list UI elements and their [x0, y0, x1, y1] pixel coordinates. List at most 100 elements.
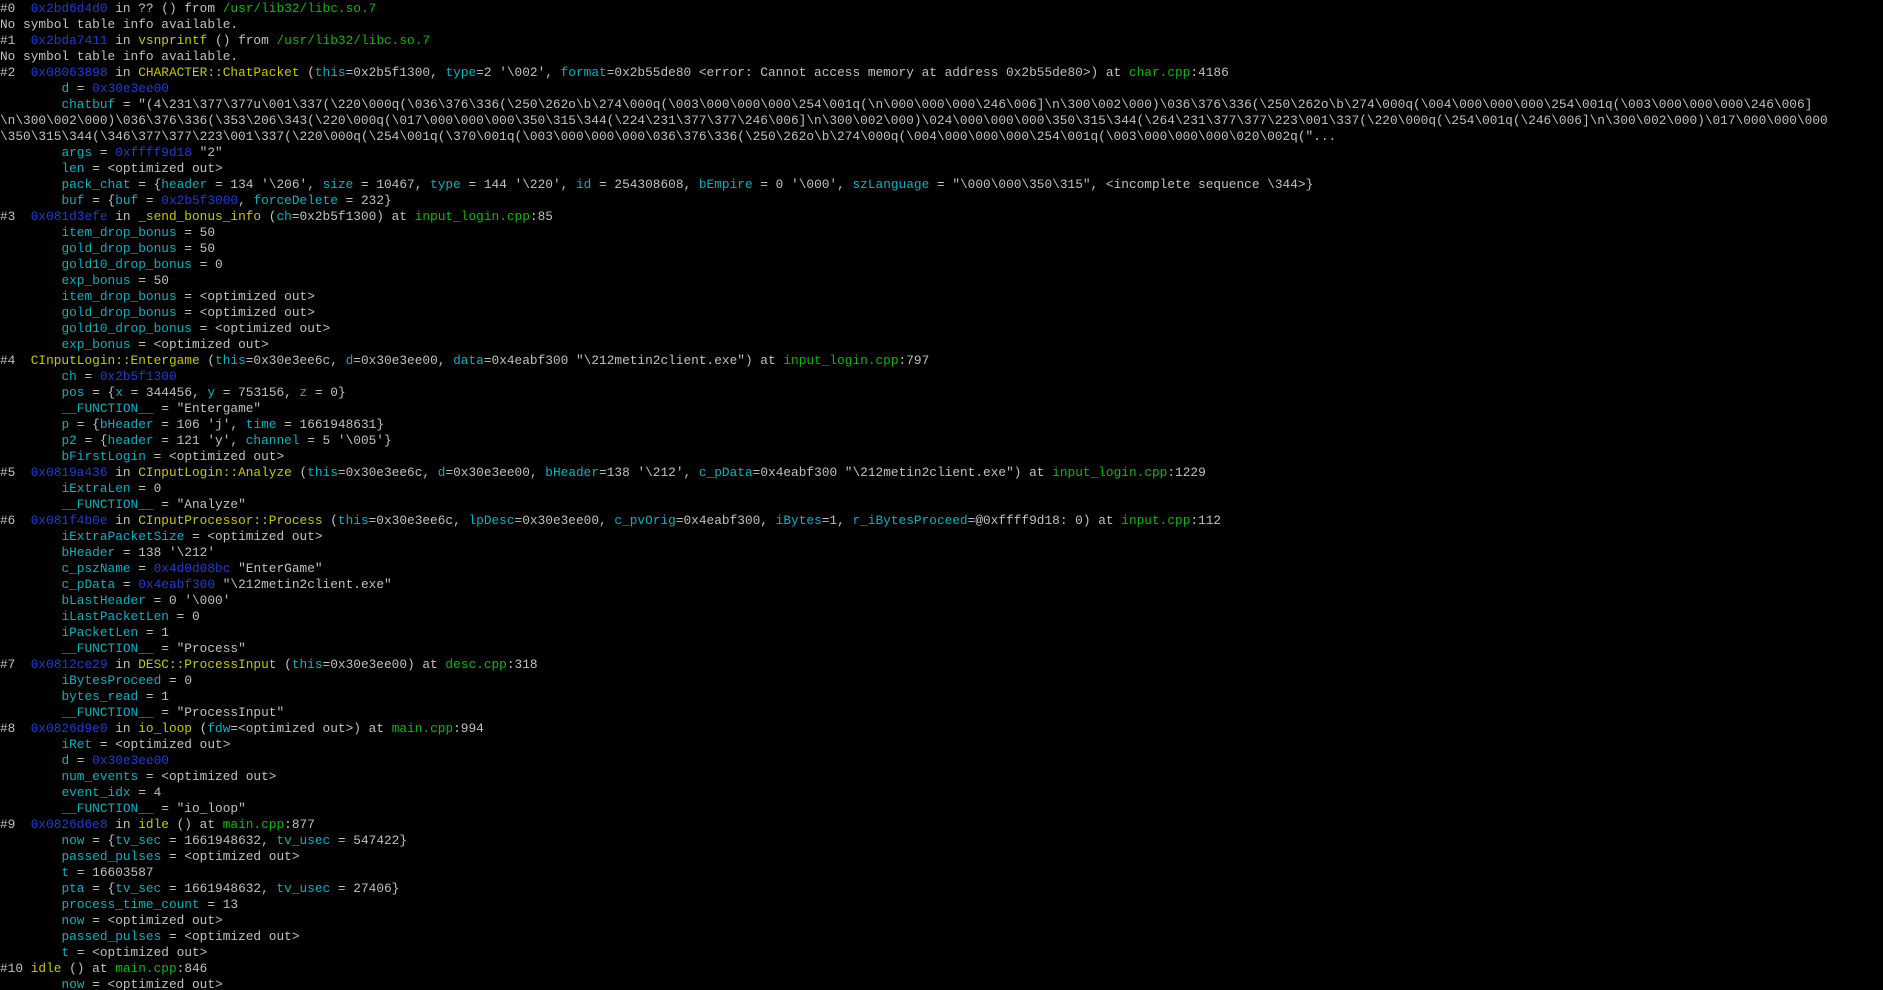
plain-text: = 1661948632,: [161, 833, 277, 848]
plain-text: (: [276, 657, 292, 672]
plain-text: "2": [192, 145, 223, 160]
variable-name: iPacketLen: [61, 625, 139, 640]
terminal-line: #7 0x0812ce29 in DESC::ProcessInput (thi…: [0, 657, 1883, 673]
plain-text: = 0: [130, 481, 162, 496]
plain-text: [0, 497, 61, 512]
plain-text: = 27406}: [330, 881, 400, 896]
plain-text: :85: [529, 209, 553, 224]
plain-text: #7: [0, 657, 31, 672]
plain-text: in: [107, 817, 139, 832]
terminal-line: #5 0x0819a436 in CInputLogin::Analyze (t…: [0, 465, 1883, 481]
variable-name: szLanguage: [852, 177, 930, 192]
plain-text: [0, 449, 61, 464]
terminal-line: now = <optimized out>: [0, 977, 1883, 990]
terminal-line: \350\315\344(\346\377\377\223\001\337(\2…: [0, 129, 1883, 145]
plain-text: #4: [0, 353, 31, 368]
plain-text: (: [261, 209, 277, 224]
terminal-line: #0 0x2bd6d4d0 in ?? () from /usr/lib32/l…: [0, 1, 1883, 17]
terminal-line: exp_bonus = <optimized out>: [0, 337, 1883, 353]
terminal-line: pack_chat = {header = 134 '\206', size =…: [0, 177, 1883, 193]
plain-text: [0, 369, 61, 384]
plain-text: :797: [898, 353, 930, 368]
memory-address: 0x0826d9e0: [30, 721, 108, 736]
plain-text: [0, 241, 61, 256]
plain-text: #9: [0, 817, 31, 832]
terminal-line: gold_drop_bonus = <optimized out>: [0, 305, 1883, 321]
terminal-line: __FUNCTION__ = "io_loop": [0, 801, 1883, 817]
plain-text: (: [192, 721, 208, 736]
plain-text: in: [107, 65, 139, 80]
source-file: input.cpp: [1121, 513, 1191, 528]
variable-name: gold10_drop_bonus: [61, 257, 192, 272]
variable-name: header: [161, 177, 208, 192]
memory-address: 0x2b5f3000: [161, 193, 239, 208]
plain-text: =0x30e3ee00,: [445, 465, 546, 480]
variable-name: this: [314, 65, 346, 80]
variable-name: forceDelete: [253, 193, 338, 208]
plain-text: [0, 929, 61, 944]
terminal-line: gold10_drop_bonus = 0: [0, 257, 1883, 273]
plain-text: =2 '\002',: [476, 65, 561, 80]
plain-text: =0x4eabf300 "\212metin2client.exe") at: [483, 353, 784, 368]
plain-text: "EnterGame": [230, 561, 323, 576]
plain-text: = <optimized out>: [184, 529, 323, 544]
variable-name: pack_chat: [61, 177, 131, 192]
terminal-line: bFirstLogin = <optimized out>: [0, 449, 1883, 465]
terminal-line: item_drop_bonus = <optimized out>: [0, 289, 1883, 305]
source-file: main.cpp: [391, 721, 454, 736]
terminal-line: pta = {tv_sec = 1661948632, tv_usec = 27…: [0, 881, 1883, 897]
plain-text: = 1661948631}: [276, 417, 384, 432]
terminal-line: iRet = <optimized out>: [0, 737, 1883, 753]
memory-address: 0x2bd6d4d0: [30, 1, 108, 16]
plain-text: = 5 '\005'}: [299, 433, 392, 448]
source-file: /usr/lib32/libc.so.7: [276, 33, 431, 48]
variable-name: time: [245, 417, 277, 432]
plain-text: = 0: [192, 257, 223, 272]
plain-text: [0, 337, 61, 352]
plain-text: =@0xffff9d18: 0) at: [967, 513, 1122, 528]
plain-text: = 0 '\000': [145, 593, 231, 608]
plain-text: [0, 897, 61, 912]
terminal-line: #6 0x081f4b0e in CInputProcessor::Proces…: [0, 513, 1883, 529]
source-file: input_login.cpp: [783, 353, 899, 368]
terminal-line: event_idx = 4: [0, 785, 1883, 801]
plain-text: = {: [69, 417, 100, 432]
plain-text: =0x30e3ee00,: [353, 353, 454, 368]
plain-text: = 232}: [337, 193, 392, 208]
plain-text: [0, 529, 61, 544]
variable-name: bHeader: [99, 417, 154, 432]
plain-text: =138 '\212',: [599, 465, 699, 480]
variable-name: pos: [61, 385, 85, 400]
variable-name: item_drop_bonus: [61, 289, 177, 304]
plain-text: [0, 673, 61, 688]
plain-text: :4186: [1190, 65, 1229, 80]
plain-text: [0, 833, 61, 848]
source-file: input_login.cpp: [1052, 465, 1168, 480]
terminal-line: len = <optimized out>: [0, 161, 1883, 177]
variable-name: pta: [61, 881, 85, 896]
variable-name: p2: [61, 433, 77, 448]
plain-text: =0x30e3ee6c,: [337, 465, 438, 480]
plain-text: [0, 689, 61, 704]
terminal-line: bHeader = 138 '\212': [0, 545, 1883, 561]
terminal-line: No symbol table info available.: [0, 17, 1883, 33]
plain-text: = 138 '\212': [115, 545, 216, 560]
plain-text: [0, 593, 61, 608]
terminal-line: __FUNCTION__ = "Entergame": [0, 401, 1883, 417]
plain-text: :318: [506, 657, 538, 672]
variable-name: r_iBytesProceed: [852, 513, 968, 528]
terminal-line: p = {bHeader = 106 'j', time = 166194863…: [0, 417, 1883, 433]
plain-text: No symbol table info available.: [0, 49, 239, 64]
variable-name: now: [61, 977, 85, 990]
terminal-line: process_time_count = 13: [0, 897, 1883, 913]
variable-name: __FUNCTION__: [61, 497, 154, 512]
variable-name: c_pvOrig: [614, 513, 676, 528]
plain-text: = 50: [176, 241, 216, 256]
variable-name: iBytesProceed: [61, 673, 162, 688]
terminal-line: item_drop_bonus = 50: [0, 225, 1883, 241]
plain-text: [0, 161, 61, 176]
variable-name: passed_pulses: [61, 849, 162, 864]
terminal-line: passed_pulses = <optimized out>: [0, 929, 1883, 945]
variable-name: d: [61, 81, 70, 96]
plain-text: [0, 401, 61, 416]
